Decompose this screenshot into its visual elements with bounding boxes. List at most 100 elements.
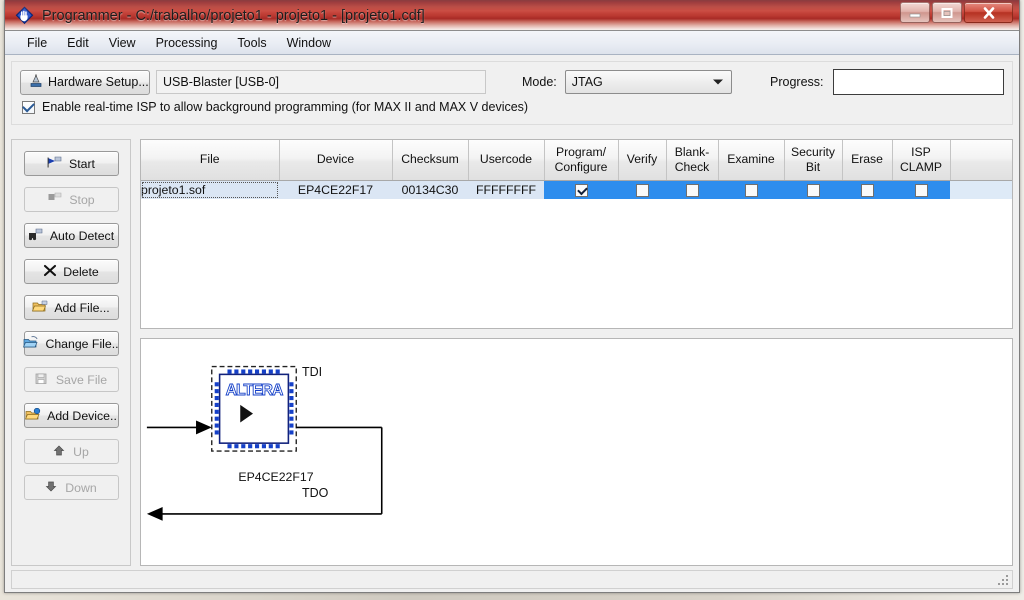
cell-file[interactable]: projeto1.sof <box>141 180 279 199</box>
blank-check-checkbox[interactable] <box>685 183 699 197</box>
cell-verify[interactable] <box>618 180 666 199</box>
menu-file[interactable]: File <box>17 34 57 52</box>
col-isp-clamp[interactable]: ISP CLAMP <box>892 140 951 181</box>
minimize-button[interactable] <box>900 2 930 23</box>
col-usercode[interactable]: Usercode <box>468 140 545 181</box>
menu-view[interactable]: View <box>99 34 146 52</box>
tdi-label: TDI <box>302 365 323 379</box>
device-label: EP4CE22F17 <box>238 470 314 484</box>
stop-flag-icon <box>47 192 63 208</box>
cell-usercode: FFFFFFFF <box>468 180 544 199</box>
add-file-icon <box>32 300 48 316</box>
start-button[interactable]: Start <box>23 151 119 176</box>
table-header-row: File Device Checksum Usercode Program/Co… <box>141 140 1012 181</box>
auto-detect-button[interactable]: Auto Detect <box>23 223 119 248</box>
verify-checkbox[interactable] <box>635 183 649 197</box>
down-label: Down <box>65 480 97 495</box>
titlebar-left-group: Programmer - C:/trabalho/projeto1 - proj… <box>15 0 425 30</box>
window-controls <box>900 2 1013 23</box>
programmer-table: File Device Checksum Usercode Program/Co… <box>141 140 1012 199</box>
hardware-setup-button[interactable]: Hardware Setup... <box>20 69 150 95</box>
menu-tools[interactable]: Tools <box>227 34 276 52</box>
col-spacer <box>950 140 1012 181</box>
col-examine[interactable]: Examine <box>718 140 785 181</box>
hardware-icon <box>29 74 43 91</box>
cell-isp-clamp[interactable] <box>892 180 950 199</box>
isp-label: Enable real-time ISP to allow background… <box>42 100 529 114</box>
change-file-label: Change File.. <box>45 336 119 351</box>
program-configure-checkbox[interactable] <box>574 183 588 197</box>
cell-program-configure[interactable] <box>544 180 618 199</box>
start-flag-icon <box>47 156 63 172</box>
window-title: Programmer - C:/trabalho/projeto1 - proj… <box>42 7 425 24</box>
menu-window[interactable]: Window <box>277 34 341 52</box>
delete-label: Delete <box>63 264 99 279</box>
col-blank-check[interactable]: Blank- Check <box>666 140 719 181</box>
auto-detect-icon <box>28 228 44 244</box>
menu-processing[interactable]: Processing <box>146 34 228 52</box>
mode-label: Mode: <box>522 75 557 89</box>
close-button[interactable] <box>964 2 1013 23</box>
col-security-bit[interactable]: Security Bit <box>784 140 843 181</box>
statusbar <box>11 570 1013 589</box>
cell-blank-check[interactable] <box>666 180 718 199</box>
jtag-chain-graphic: ALTERA <box>141 339 1012 565</box>
arrow-down-icon <box>45 480 59 496</box>
resize-grip-icon[interactable] <box>996 573 1010 587</box>
start-label: Start <box>69 156 95 171</box>
security-bit-checkbox[interactable] <box>806 183 820 197</box>
cell-checksum: 00134C30 <box>392 180 468 199</box>
auto-detect-label: Auto Detect <box>49 228 115 243</box>
desktop-background: Programmer - C:/trabalho/projeto1 - proj… <box>0 0 1024 600</box>
delete-button[interactable]: Delete <box>23 259 119 284</box>
save-file-button[interactable]: Save File <box>23 367 119 392</box>
col-checksum[interactable]: Checksum <box>392 140 469 181</box>
save-file-label: Save File <box>55 372 108 387</box>
add-device-icon <box>25 407 41 424</box>
hardware-setup-label: Hardware Setup... <box>48 75 149 89</box>
examine-checkbox[interactable] <box>744 183 758 197</box>
up-button[interactable]: Up <box>23 439 119 464</box>
cell-security-bit[interactable] <box>784 180 842 199</box>
chip-brand-text: ALTERA <box>226 382 283 399</box>
right-column: File Device Checksum Usercode Program/Co… <box>140 139 1013 566</box>
mode-selected-value: JTAG <box>571 75 603 89</box>
add-device-label: Add Device.. <box>47 408 117 423</box>
col-verify[interactable]: Verify <box>618 140 667 181</box>
focus-rect <box>142 181 278 198</box>
isp-row[interactable]: Enable real-time ISP to allow background… <box>22 100 528 114</box>
hardware-value-field[interactable]: USB-Blaster [USB-0] <box>156 70 486 94</box>
cell-spacer <box>950 180 1012 199</box>
maximize-button[interactable] <box>932 2 962 23</box>
down-button[interactable]: Down <box>23 475 119 500</box>
add-file-label: Add File... <box>54 300 110 315</box>
mode-select[interactable]: JTAG <box>564 70 733 94</box>
tdo-label: TDO <box>302 486 329 500</box>
jtag-chain-diagram-panel[interactable]: ALTERA TDI TDO EP4CE22F17 <box>140 338 1013 566</box>
change-file-icon <box>23 335 39 352</box>
cell-erase[interactable] <box>842 180 892 199</box>
action-sidebar: Start Stop Auto Detect Delete Add File..… <box>11 139 131 566</box>
isp-checkbox[interactable] <box>22 100 35 114</box>
add-file-button[interactable]: Add File... <box>23 295 119 320</box>
add-device-button[interactable]: Add Device.. <box>23 403 119 428</box>
delete-x-icon <box>43 264 57 280</box>
menu-edit[interactable]: Edit <box>57 34 99 52</box>
col-file[interactable]: File <box>141 140 280 181</box>
stop-button[interactable]: Stop <box>23 187 119 212</box>
erase-checkbox[interactable] <box>860 183 874 197</box>
progress-bar <box>832 69 1004 95</box>
change-file-button[interactable]: Change File.. <box>23 331 119 356</box>
col-device[interactable]: Device <box>279 140 393 181</box>
col-erase[interactable]: Erase <box>842 140 893 181</box>
programmer-window: Programmer - C:/trabalho/projeto1 - proj… <box>4 0 1020 593</box>
hardware-row: Hardware Setup... USB-Blaster [USB-0] Mo… <box>20 69 1004 95</box>
cell-examine[interactable] <box>718 180 784 199</box>
window-titlebar[interactable]: Programmer - C:/trabalho/projeto1 - proj… <box>5 0 1019 31</box>
configuration-panel: Hardware Setup... USB-Blaster [USB-0] Mo… <box>11 61 1013 125</box>
isp-clamp-checkbox[interactable] <box>914 183 928 197</box>
col-program-configure[interactable]: Program/Configure <box>544 140 619 181</box>
main-body: Start Stop Auto Detect Delete Add File..… <box>11 139 1013 566</box>
up-label: Up <box>73 444 89 459</box>
table-row[interactable]: projeto1.sof EP4CE22F17 00134C30 FFFFFFF… <box>141 180 1012 199</box>
